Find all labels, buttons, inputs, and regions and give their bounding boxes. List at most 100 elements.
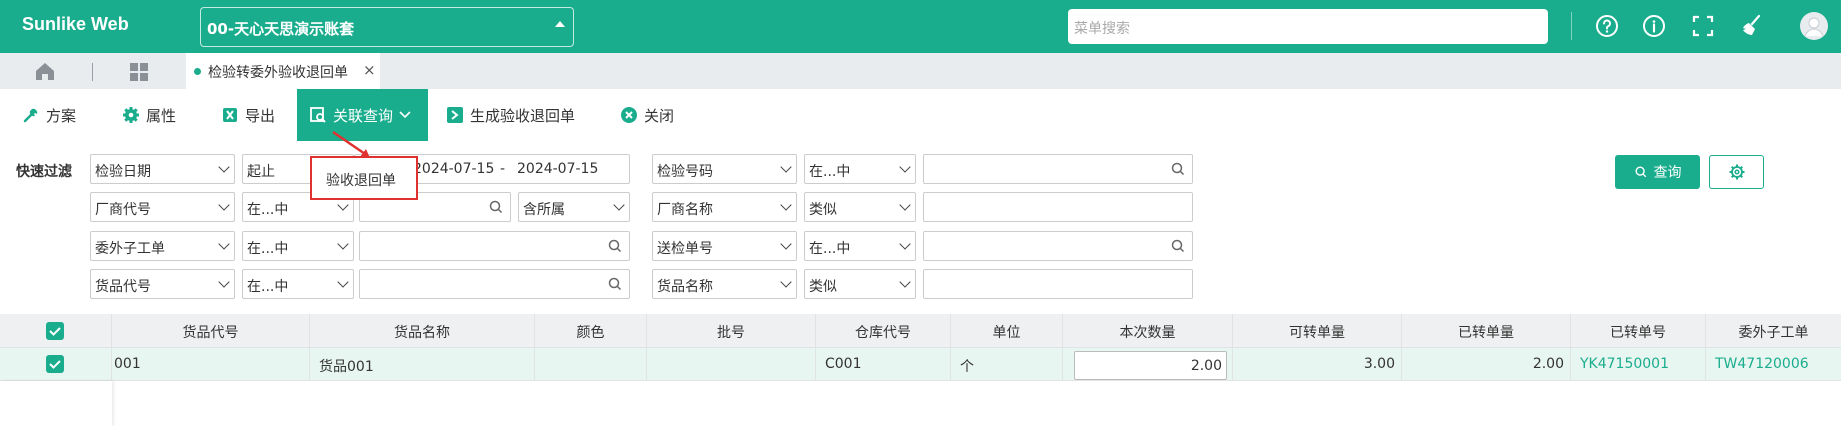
include-sub-value: 含所属 <box>523 202 565 218</box>
chevron-down-icon <box>218 161 230 173</box>
export-button[interactable]: 导出 <box>221 89 275 141</box>
qty-input[interactable]: 2.00 <box>1074 351 1227 380</box>
search-icon[interactable] <box>607 238 623 254</box>
search-icon[interactable] <box>1170 161 1186 177</box>
broom-icon[interactable] <box>1739 13 1765 39</box>
fullscreen-icon[interactable] <box>1690 13 1716 39</box>
filter-settings-button[interactable] <box>1709 155 1764 189</box>
cell-unit: 个 <box>951 348 1063 381</box>
column-header: 已转单号 <box>1571 314 1706 348</box>
frozen-column-area <box>0 381 112 426</box>
help-icon[interactable] <box>1594 13 1620 39</box>
chevron-down-icon <box>899 238 911 250</box>
filter-field-select[interactable]: 厂商名称 <box>652 192 797 222</box>
account-select-value: 00-天心天思演示账套 <box>207 20 355 38</box>
scheme-label: 方案 <box>46 106 77 125</box>
filter-operator-select[interactable]: 在...中 <box>804 231 916 261</box>
filter-field-value: 检验日期 <box>95 164 151 180</box>
filter-field-select[interactable]: 厂商代号 <box>90 192 235 222</box>
filter-value-input[interactable] <box>359 269 630 299</box>
filter-value-input[interactable] <box>923 231 1193 261</box>
filter-field-select[interactable]: 送检单号 <box>652 231 797 261</box>
scheme-button[interactable]: 方案 <box>22 89 76 141</box>
gear-icon <box>123 107 139 123</box>
filter-field-select[interactable]: 委外子工单 <box>90 231 235 261</box>
menu-item-return-order[interactable]: 验收退回单 <box>326 173 396 189</box>
search-icon[interactable] <box>488 199 504 215</box>
filter-operator-value: 类似 <box>809 279 837 295</box>
query-button[interactable]: 查询 <box>1615 155 1700 189</box>
column-header: 货品名称 <box>310 314 535 348</box>
chevron-down-icon <box>218 276 230 288</box>
cell-sub-order-link[interactable]: TW47120006 <box>1706 348 1841 381</box>
chevron-down-icon <box>399 111 411 119</box>
chevron-down-icon <box>337 238 349 250</box>
column-header: 颜色 <box>535 314 647 348</box>
cell-transferred: 2.00 <box>1402 348 1571 381</box>
filter-operator-select[interactable]: 在...中 <box>804 154 916 184</box>
tab-inspection-return[interactable]: 检验转委外验收退回单 × <box>186 53 380 89</box>
filter-value-input[interactable] <box>359 231 630 261</box>
query-label: 查询 <box>1653 165 1682 181</box>
info-icon[interactable] <box>1641 13 1667 39</box>
close-button[interactable]: 关闭 <box>620 89 674 141</box>
include-sub-select[interactable]: 含所属 <box>518 192 630 222</box>
filter-operator-select[interactable]: 在...中 <box>242 269 354 299</box>
table-row[interactable]: 001 货品001 C001 个 3.00 2.00 YK47150001 TW… <box>0 348 1841 381</box>
cell-transferred-no-link[interactable]: YK47150001 <box>1571 348 1706 381</box>
filter-field-select[interactable]: 检验日期 <box>90 154 235 184</box>
filter-field-value: 检验号码 <box>657 164 713 180</box>
row-checkbox[interactable] <box>46 355 64 373</box>
header-divider <box>1571 12 1572 40</box>
filter-field-value: 送检单号 <box>657 241 713 257</box>
tab-close-icon[interactable]: × <box>363 61 376 79</box>
filter-value-input[interactable] <box>923 154 1193 184</box>
properties-button[interactable]: 属性 <box>122 89 176 141</box>
filter-value-input[interactable] <box>923 269 1193 299</box>
filter-field-value: 厂商代号 <box>95 202 151 218</box>
related-query-label: 关联查询 <box>333 106 394 125</box>
related-search-icon <box>310 107 326 123</box>
chevron-down-icon <box>218 199 230 211</box>
filter-value-input[interactable] <box>923 192 1193 222</box>
user-avatar-icon[interactable] <box>1799 11 1829 41</box>
cell-item-code: 001 <box>112 348 310 381</box>
menu-search-input[interactable]: 菜单搜索 <box>1068 9 1548 44</box>
select-all-checkbox[interactable] <box>46 322 64 340</box>
grid-icon[interactable] <box>129 62 149 82</box>
column-header: 可转单量 <box>1233 314 1402 348</box>
home-icon[interactable] <box>34 61 56 81</box>
column-header: 委外子工单 <box>1738 325 1809 341</box>
filter-operator-select[interactable]: 类似 <box>804 269 916 299</box>
filter-field-select[interactable]: 检验号码 <box>652 154 797 184</box>
filter-operator-select[interactable]: 类似 <box>804 192 916 222</box>
chevron-down-icon <box>780 276 792 288</box>
column-header: 货品代号 <box>112 314 310 348</box>
date-separator: - <box>500 161 506 177</box>
filter-field-value: 委外子工单 <box>95 241 165 257</box>
filter-field-select[interactable]: 货品名称 <box>652 269 797 299</box>
filter-field-select[interactable]: 货品代号 <box>90 269 235 299</box>
filter-field-value: 货品名称 <box>657 279 713 295</box>
data-table: 货品代号 货品名称 颜色 批号 仓库代号 单位 本次数量 可转单量 已转单量 已… <box>0 314 1841 426</box>
filter-operator-value: 类似 <box>809 202 837 218</box>
date-to: 2024-07-15 <box>517 161 599 177</box>
chevron-down-icon <box>337 276 349 288</box>
chevron-down-icon <box>780 238 792 250</box>
filter-operator-value: 在...中 <box>247 241 289 257</box>
chevron-down-icon <box>899 276 911 288</box>
column-header: 本次数量 <box>1063 314 1233 348</box>
search-icon[interactable] <box>607 276 623 292</box>
wrench-icon <box>23 108 38 123</box>
chevron-down-icon <box>780 199 792 211</box>
chevron-down-icon <box>613 199 625 211</box>
column-header: 仓库代号 <box>816 314 951 348</box>
account-select[interactable]: 00-天心天思演示账套 <box>200 7 574 47</box>
caret-up-icon <box>555 21 565 27</box>
filter-operator-select[interactable]: 在...中 <box>242 231 354 261</box>
filter-operator-value: 在...中 <box>247 202 289 218</box>
gear-icon <box>1729 164 1744 180</box>
chevron-down-icon <box>337 199 349 211</box>
generate-return-button[interactable]: 生成验收退回单 <box>446 89 575 141</box>
search-icon[interactable] <box>1170 238 1186 254</box>
